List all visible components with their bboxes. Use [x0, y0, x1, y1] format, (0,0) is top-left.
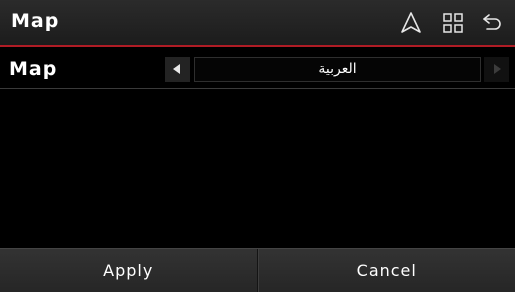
- header-bar: Map: [0, 0, 515, 47]
- setting-label: Map: [9, 58, 58, 80]
- footer-bar: Apply Cancel: [0, 248, 515, 292]
- apply-button[interactable]: Apply: [0, 249, 257, 292]
- previous-option-button[interactable]: [165, 57, 190, 82]
- cancel-button[interactable]: Cancel: [259, 249, 515, 292]
- page-title: Map: [11, 10, 60, 32]
- grid-menu-icon[interactable]: [441, 11, 465, 35]
- next-option-button[interactable]: [484, 57, 509, 82]
- back-icon[interactable]: [480, 11, 504, 35]
- navigation-arrow-icon[interactable]: [399, 11, 423, 35]
- map-language-row: Map العربية: [0, 49, 515, 89]
- screen: Map Map العربية Apply Cancel: [0, 0, 515, 292]
- setting-value: العربية: [194, 57, 481, 82]
